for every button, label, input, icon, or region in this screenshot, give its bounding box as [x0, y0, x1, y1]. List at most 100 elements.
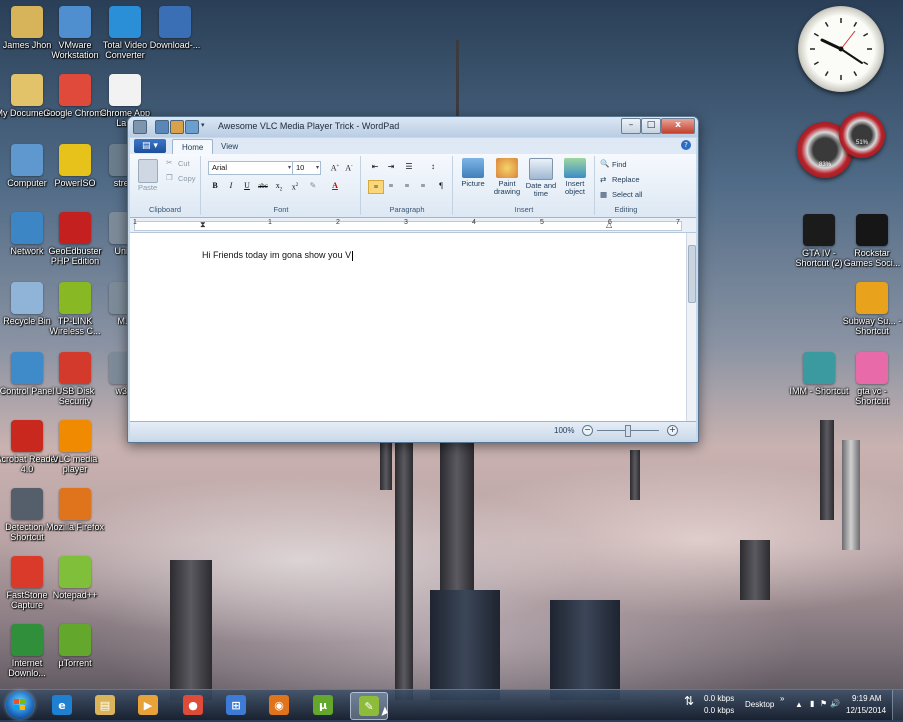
- zoom-out-button[interactable]: −: [582, 425, 593, 436]
- text-color-icon[interactable]: A: [328, 180, 342, 192]
- line-spacing-icon[interactable]: ↕: [426, 161, 440, 173]
- zoom-slider-thumb[interactable]: [625, 425, 631, 437]
- paragraph-settings-icon[interactable]: ¶: [434, 180, 448, 192]
- replace-icon[interactable]: ⇄: [600, 175, 606, 184]
- taskbar-app-apps[interactable]: ⊞: [218, 692, 254, 718]
- wordpad-app-icon[interactable]: [133, 120, 147, 134]
- paste-button[interactable]: Paste: [138, 183, 157, 192]
- undo-icon[interactable]: [170, 120, 184, 134]
- tab-home[interactable]: Home: [172, 139, 214, 155]
- picture-button[interactable]: Picture: [456, 158, 490, 188]
- align-right-button[interactable]: ≡: [400, 180, 414, 192]
- flag-icon[interactable]: ⚑: [820, 699, 827, 708]
- desktop-icon[interactable]: Download-...: [143, 6, 207, 50]
- highlight-color-icon[interactable]: ✎: [306, 180, 320, 192]
- desktop-toolbar-label[interactable]: Desktop: [745, 700, 774, 709]
- font-size-select[interactable]: 10 ▾: [292, 161, 321, 175]
- font-family-select[interactable]: Arial ▾: [208, 161, 293, 175]
- desktop-icon[interactable]: Notepad++: [43, 556, 107, 600]
- desktop-icon[interactable]: Rockstar Games Soci...: [840, 214, 903, 268]
- subscript-button[interactable]: x2: [272, 180, 286, 193]
- right-indent-marker-icon[interactable]: △: [606, 220, 612, 229]
- tab-view[interactable]: View: [212, 139, 247, 154]
- select-all-icon[interactable]: ▦: [600, 190, 607, 199]
- superscript-button[interactable]: x2: [288, 180, 302, 192]
- help-icon[interactable]: ?: [681, 140, 691, 150]
- ruler[interactable]: 1 1 2 3 4 5 6 7 ⧗ △: [130, 218, 696, 233]
- firefox-icon: [59, 488, 91, 520]
- copy-icon[interactable]: ❐: [166, 173, 173, 182]
- taskbar-app-chrome[interactable]: ●: [175, 692, 211, 718]
- show-desktop-button[interactable]: [892, 690, 903, 720]
- strikethrough-button[interactable]: abc: [256, 180, 270, 192]
- toolbar-chevron-icon[interactable]: »: [780, 694, 784, 703]
- ruler-num: 1: [133, 219, 137, 226]
- bullets-icon[interactable]: ☰: [402, 161, 416, 173]
- start-button[interactable]: [6, 691, 34, 719]
- paint-drawing-button[interactable]: Paint drawing: [490, 158, 524, 196]
- decrease-indent-icon[interactable]: ⇤: [368, 161, 382, 173]
- replace-button[interactable]: Replace: [612, 175, 640, 184]
- desktop-icon[interactable]: VLC media player: [43, 420, 107, 474]
- left-indent-marker-icon[interactable]: ⧗: [200, 220, 206, 230]
- desktop-icon[interactable]: Subway Su... - Shortcut: [840, 282, 903, 336]
- insert-object-button[interactable]: Insert object: [558, 158, 592, 196]
- align-left-button[interactable]: ≡: [368, 180, 384, 194]
- shrink-font-button[interactable]: A-: [342, 161, 356, 173]
- file-menu-button[interactable]: ▤ ▾: [134, 139, 166, 153]
- ruler-num: 2: [336, 219, 340, 226]
- clock-date[interactable]: 12/15/2014: [846, 706, 886, 715]
- bold-button[interactable]: B: [208, 180, 222, 192]
- zoom-in-button[interactable]: +: [667, 425, 678, 436]
- vertical-scrollbar[interactable]: [686, 233, 696, 421]
- taskbar-app-explorer[interactable]: ▤: [87, 692, 123, 718]
- gtavc-icon: [856, 352, 888, 384]
- zoom-level: 100%: [554, 426, 575, 435]
- desktop-icon[interactable]: gta vc - Shortcut: [840, 352, 903, 406]
- desktop-icon[interactable]: Mozilla Firefox: [43, 488, 107, 532]
- wifi-icon: [59, 282, 91, 314]
- justify-button[interactable]: ≡: [416, 180, 430, 192]
- show-hidden-icons-icon[interactable]: ▲: [795, 700, 803, 709]
- cut-icon[interactable]: ✂: [166, 158, 172, 167]
- copy-button[interactable]: Copy: [178, 174, 196, 183]
- paste-icon[interactable]: [138, 159, 158, 183]
- date-time-button[interactable]: Date and time: [524, 158, 558, 198]
- find-icon[interactable]: 🔍: [600, 159, 609, 168]
- calendar-icon: [529, 158, 553, 180]
- gta-icon: [803, 214, 835, 246]
- align-center-button[interactable]: ≡: [384, 180, 398, 192]
- taskbar-app-firefox[interactable]: ◉: [261, 692, 297, 718]
- title-bar[interactable]: ▾ Awesome VLC Media Player Trick - WordP…: [128, 117, 698, 137]
- volume-icon[interactable]: 🔊: [830, 699, 840, 708]
- apps-grid-icon: [109, 74, 141, 106]
- grow-font-button[interactable]: A+: [328, 161, 342, 173]
- network-signal-icon[interactable]: ▮: [810, 699, 814, 708]
- scrollbar-thumb[interactable]: [688, 245, 696, 303]
- desktop-icon[interactable]: µTorrent: [43, 624, 107, 668]
- find-button[interactable]: Find: [612, 160, 627, 169]
- select-all-button[interactable]: Select all: [612, 190, 642, 199]
- redo-icon[interactable]: [185, 120, 199, 134]
- minimize-button[interactable]: –: [621, 118, 641, 134]
- qat-dropdown-icon[interactable]: ▾: [201, 121, 205, 129]
- ribbon: Paste ✂ Cut ❐ Copy Clipboard Arial ▾ 10 ▾ …: [130, 154, 696, 218]
- clock-gadget[interactable]: [798, 6, 884, 92]
- maximize-button[interactable]: □: [641, 118, 661, 134]
- underline-button[interactable]: U: [240, 180, 254, 192]
- document-area[interactable]: Hi Friends today im gona show you V: [130, 233, 687, 421]
- taskbar-app-ie[interactable]: e: [44, 692, 80, 718]
- wordpad-window[interactable]: ▾ Awesome VLC Media Player Trick - WordP…: [127, 116, 699, 443]
- cut-button[interactable]: Cut: [178, 159, 190, 168]
- font-size-value: 10: [296, 163, 305, 172]
- subway-icon: [856, 282, 888, 314]
- increase-indent-icon[interactable]: ⇥: [384, 161, 398, 173]
- wordpad-icon: ✎: [359, 696, 379, 716]
- taskbar-app-utorrent[interactable]: µ: [305, 692, 341, 718]
- clock-time[interactable]: 9:19 AM: [852, 694, 881, 703]
- italic-button[interactable]: I: [224, 180, 238, 192]
- close-button[interactable]: x: [661, 118, 695, 134]
- taskbar-app-media[interactable]: ▶: [130, 692, 166, 718]
- ram-meter-gadget[interactable]: 51%: [839, 112, 885, 158]
- save-icon[interactable]: [155, 120, 169, 134]
